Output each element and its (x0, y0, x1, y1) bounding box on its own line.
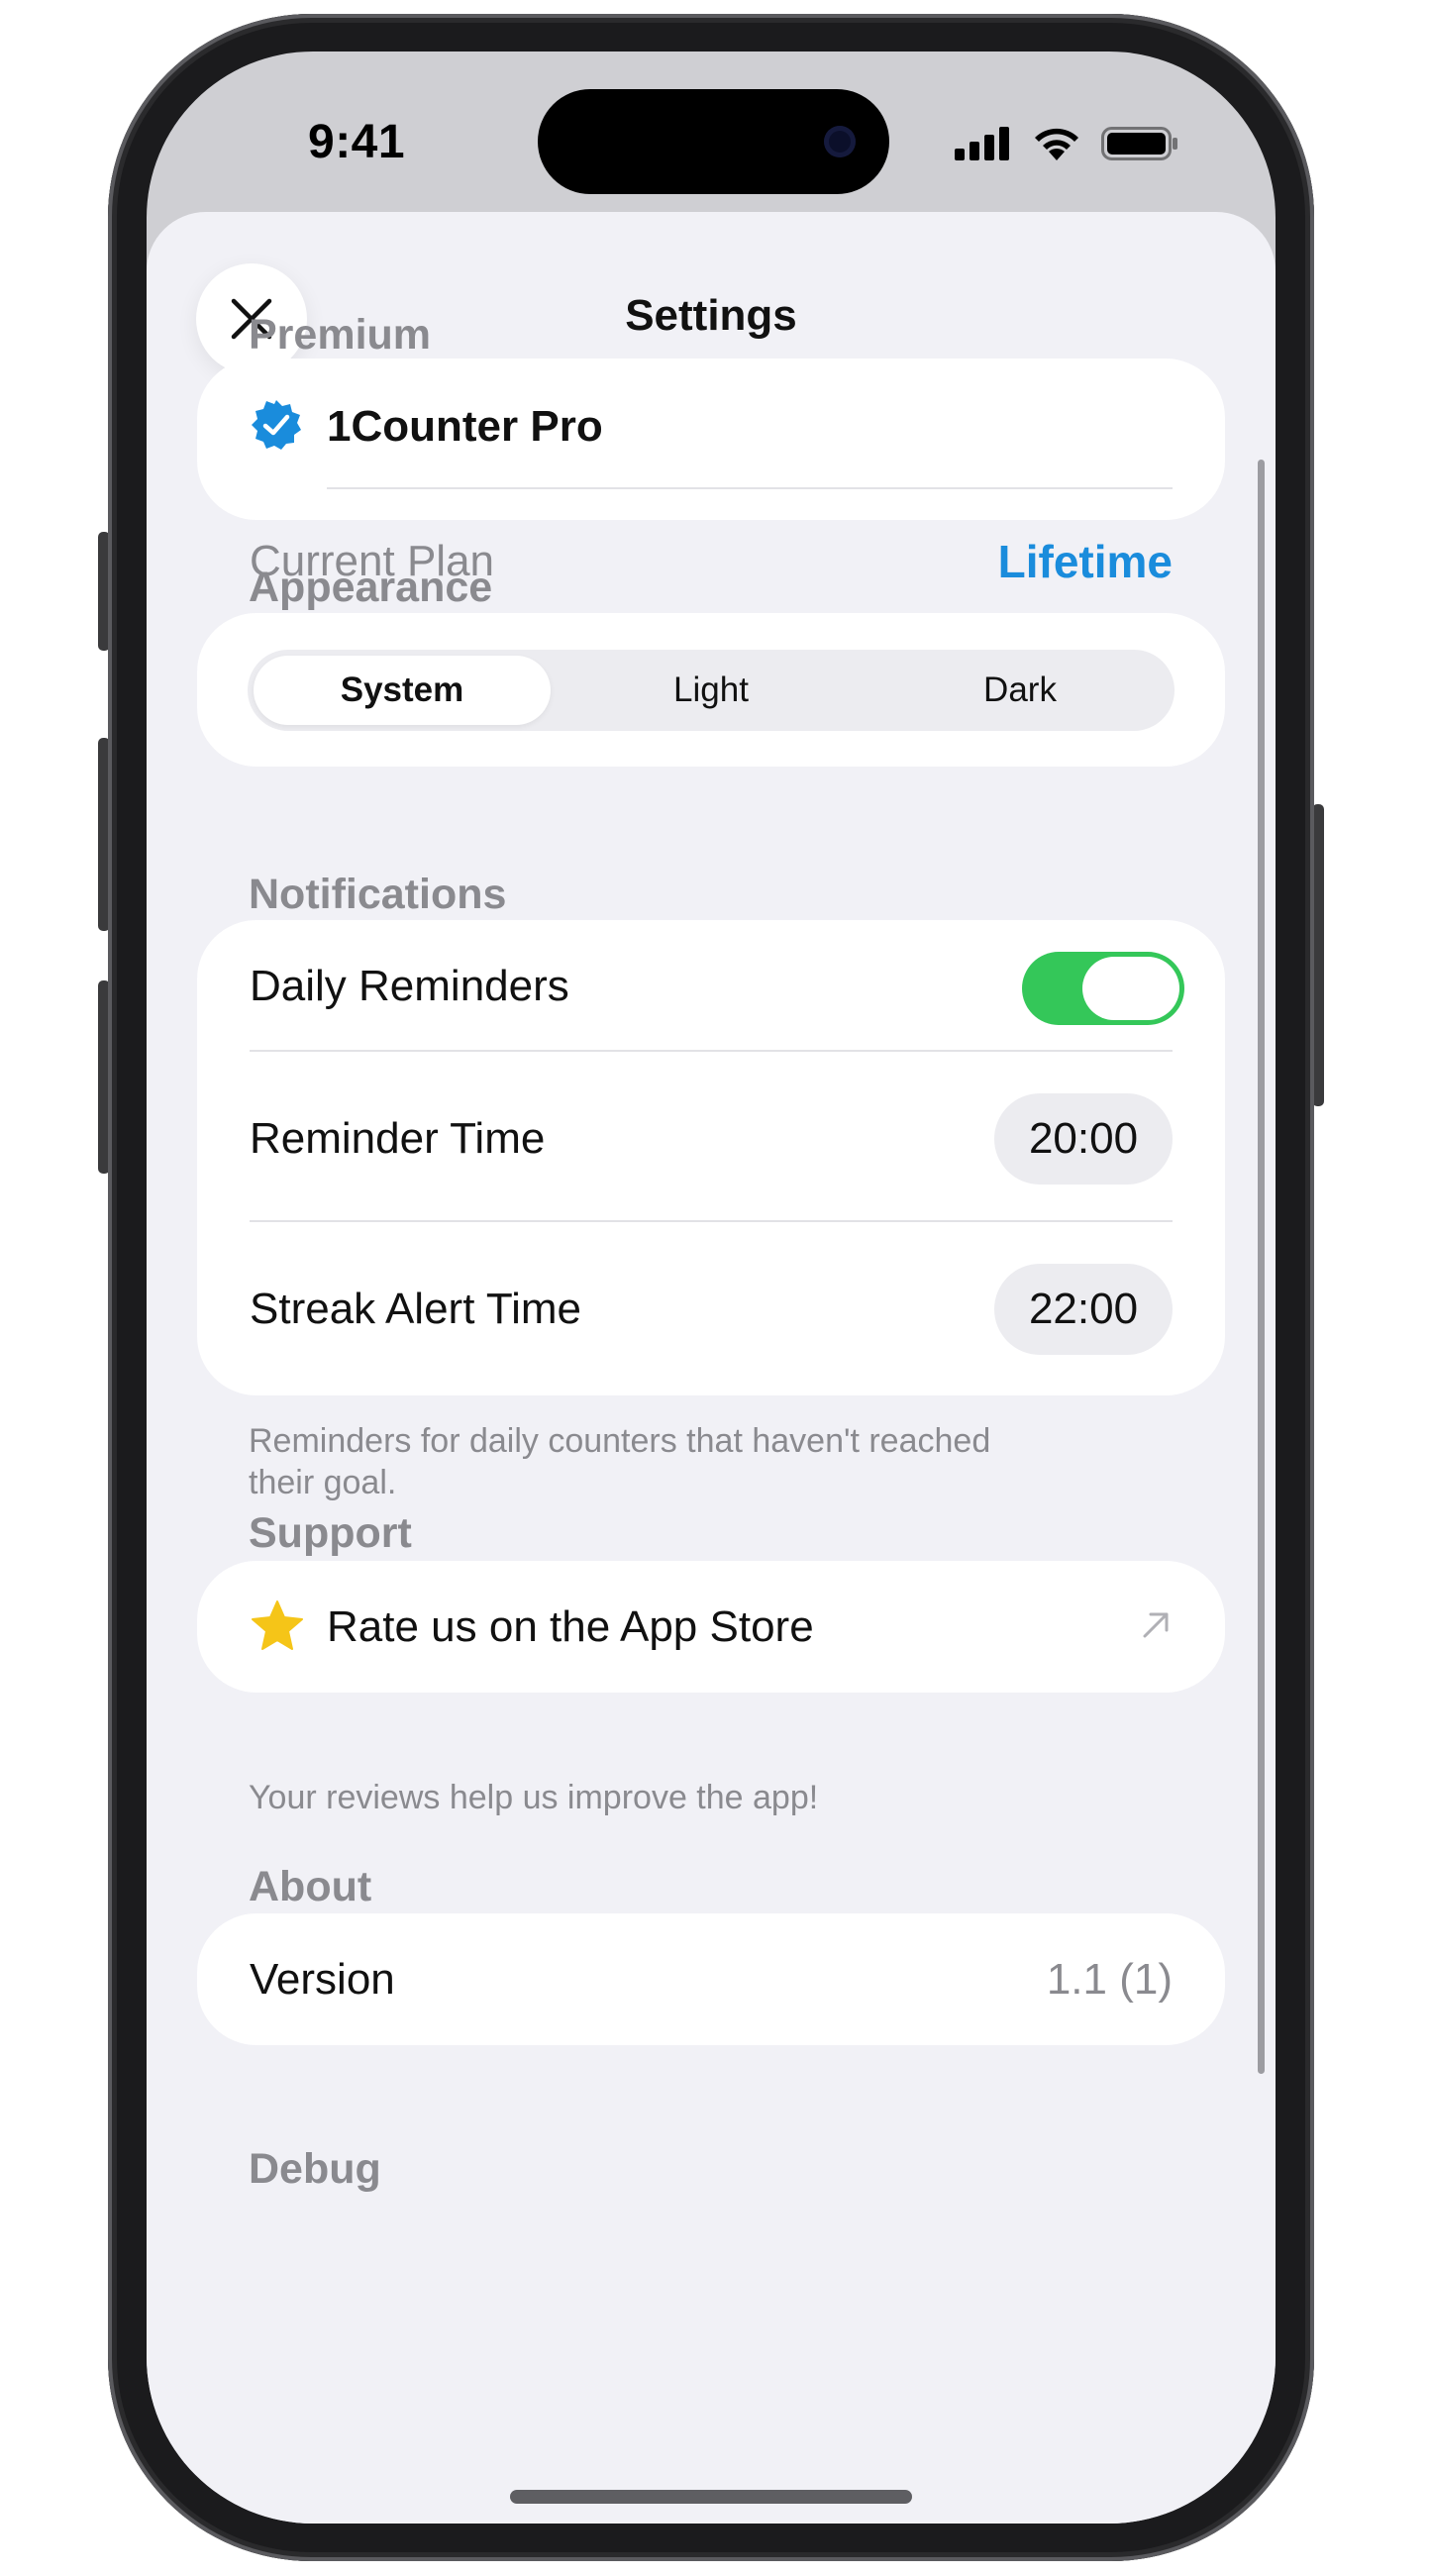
verified-badge-icon (252, 400, 301, 450)
status-bar-time: 9:41 (308, 116, 406, 168)
version-row: Version 1.1 (1) (197, 1913, 1225, 2045)
rate-app-label: Rate us on the App Store (327, 1602, 814, 1651)
appearance-card: System Light Dark (197, 613, 1225, 767)
segment-dark[interactable]: Dark (871, 656, 1169, 725)
star-icon (252, 1600, 303, 1650)
section-header-premium: Premium (249, 311, 432, 359)
toggle-knob (1082, 957, 1179, 1020)
reminder-time-label: Reminder Time (250, 1114, 546, 1163)
version-value: 1.1 (1) (1046, 1955, 1173, 2004)
status-bar-icons (955, 121, 1192, 164)
device-stage: 9:41 Settings Premium 1Counter Pro Curre… (0, 0, 1430, 2576)
streak-alert-time-label: Streak Alert Time (250, 1285, 582, 1333)
support-footnote: Your reviews help us improve the app! (249, 1779, 819, 1816)
product-name: 1Counter Pro (327, 402, 603, 451)
battery-icon (1101, 127, 1177, 160)
settings-sheet: Settings Premium 1Counter Pro Current Pl… (147, 212, 1276, 2524)
section-header-notifications: Notifications (249, 871, 507, 918)
dynamic-island (538, 89, 889, 194)
rate-app-row[interactable]: Rate us on the App Store (197, 1561, 1225, 1693)
cellular-signal-icon (955, 127, 1010, 160)
daily-reminders-label: Daily Reminders (250, 962, 569, 1010)
appearance-segmented-control: System Light Dark (248, 650, 1175, 731)
segment-light[interactable]: Light (562, 656, 860, 725)
segment-system[interactable]: System (254, 656, 551, 725)
version-label: Version (250, 1955, 395, 2004)
daily-reminders-toggle[interactable] (1022, 952, 1184, 1025)
home-indicator[interactable] (510, 2490, 912, 2504)
notifications-footnote: Reminders for daily counters that haven'… (249, 1422, 991, 1501)
notifications-card: Daily Reminders Reminder Time 20:00 Stre… (197, 920, 1225, 1395)
section-header-about: About (249, 1863, 372, 1910)
premium-card: 1Counter Pro Current Plan Lifetime (197, 359, 1225, 587)
wifi-icon (1035, 128, 1078, 160)
current-plan-value: Lifetime (997, 536, 1173, 587)
section-header-appearance: Appearance (249, 564, 493, 611)
reminder-time-picker[interactable]: 20:00 (994, 1093, 1173, 1185)
divider (250, 1220, 1173, 1222)
section-header-debug: Debug (249, 2145, 381, 2193)
section-header-support: Support (249, 1509, 412, 1557)
front-camera (824, 126, 856, 157)
streak-alert-time-picker[interactable]: 22:00 (994, 1264, 1173, 1355)
divider (327, 487, 1173, 489)
external-link-icon (1143, 1612, 1169, 1638)
scroll-indicator[interactable] (1258, 460, 1265, 2074)
divider (250, 1050, 1173, 1052)
phone-screen: 9:41 Settings Premium 1Counter Pro Curre… (147, 52, 1276, 2524)
